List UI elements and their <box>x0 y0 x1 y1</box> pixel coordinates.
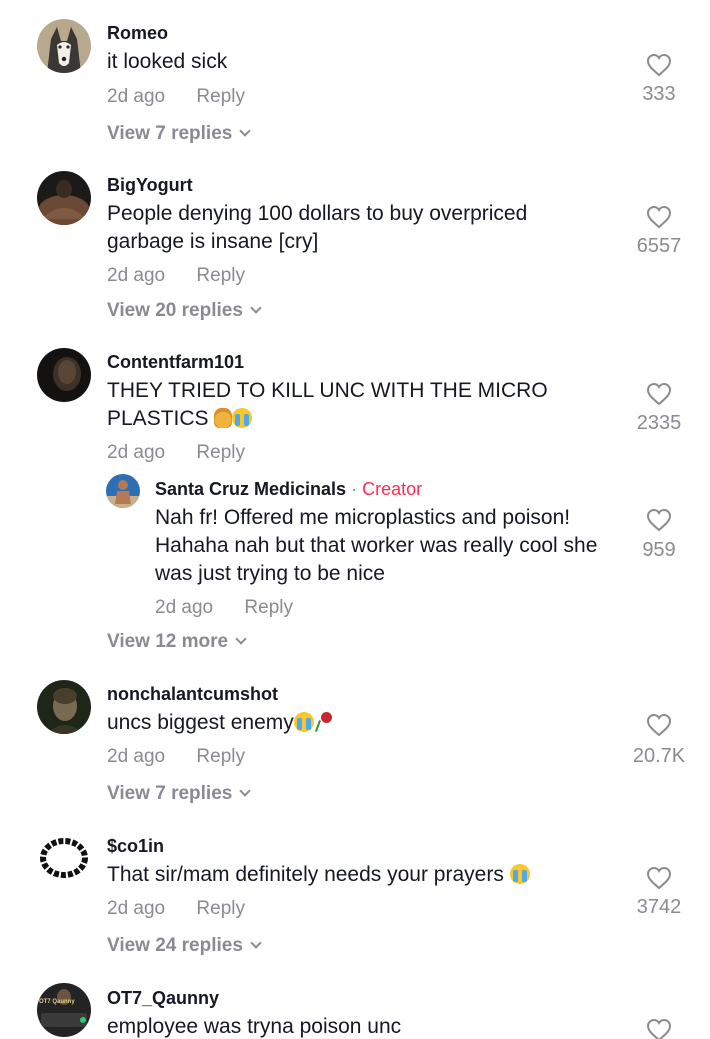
comment-time: 2d ago <box>107 86 166 107</box>
comment-text: THEY TRIED TO KILL UNC WITH THE MICRO PL… <box>107 377 567 433</box>
wilted-rose-emoji-icon <box>314 712 332 732</box>
comment-meta: 2d ago Reply <box>107 898 245 920</box>
comment-text: uncs biggest enemy <box>107 709 587 737</box>
comment-text: People denying 100 dollars to buy overpr… <box>107 202 528 253</box>
avatar-overlay-text: OT7 Qaunny <box>39 999 75 1005</box>
crying-face-emoji-icon <box>509 864 530 884</box>
comment-time: 2d ago <box>107 746 166 767</box>
comment-meta: 2d ago Reply <box>107 265 245 287</box>
like-count: 20.7K <box>632 745 686 767</box>
reply-button[interactable]: Reply <box>196 898 245 919</box>
like-count: 3742 <box>636 896 682 918</box>
like-count: 333 <box>642 83 676 105</box>
heart-outline-icon[interactable] <box>646 866 672 890</box>
crying-face-emoji-icon <box>293 712 314 732</box>
view-replies-label: View 7 replies <box>107 783 233 804</box>
comment-time: 2d ago <box>107 442 166 463</box>
comment-text-content: uncs biggest enemy <box>107 711 294 734</box>
comment-username[interactable]: OT7_Qaunny <box>107 988 219 1009</box>
reply-time: 2d ago <box>155 597 214 618</box>
like-count: 6557 <box>636 235 682 257</box>
comment-username[interactable]: Contentfarm101 <box>107 352 244 373</box>
like-count: 2335 <box>636 412 682 434</box>
comment-meta: 2d ago Reply <box>107 86 245 108</box>
comment-time: 2d ago <box>107 898 166 919</box>
view-replies-label: View 24 replies <box>107 935 243 956</box>
comment-username[interactable]: nonchalantcumshot <box>107 684 278 705</box>
view-replies-button[interactable]: View 20 replies <box>107 300 262 322</box>
heart-outline-icon[interactable] <box>646 382 672 406</box>
avatar[interactable] <box>37 19 91 73</box>
heart-outline-icon[interactable] <box>646 205 672 229</box>
view-more-replies-button[interactable]: View 12 more <box>107 631 247 653</box>
chevron-down-icon <box>250 937 262 949</box>
heart-outline-icon[interactable] <box>646 508 672 532</box>
chevron-down-icon <box>239 785 252 797</box>
view-replies-button[interactable]: View 24 replies <box>107 935 262 957</box>
comment-username[interactable]: Romeo <box>107 23 168 44</box>
comment-text-content: That sir/mam definitely needs your praye… <box>107 863 504 886</box>
chevron-down-icon <box>250 302 262 314</box>
comment-meta: 2d ago Reply <box>107 746 245 768</box>
comment-username[interactable]: $co1in <box>107 836 164 857</box>
chevron-down-icon <box>235 633 247 645</box>
comment-username[interactable]: BigYogurt <box>107 175 193 196</box>
comment-text-content: THEY TRIED TO KILL UNC WITH THE MICRO PL… <box>107 379 548 430</box>
reply-username-line: Santa Cruz Medicinals · Creator <box>155 479 422 500</box>
view-replies-label: View 20 replies <box>107 300 243 321</box>
comment-time: 2d ago <box>107 265 166 286</box>
comment-meta: 2d ago Reply <box>107 442 245 464</box>
view-replies-button[interactable]: View 7 replies <box>107 783 252 805</box>
heart-outline-icon[interactable] <box>646 53 672 77</box>
creator-badge: Creator <box>362 479 423 499</box>
like-count: 959 <box>642 539 676 561</box>
heart-outline-icon[interactable] <box>646 1018 672 1039</box>
comment-text: employee was tryna poison unc <box>107 1015 402 1038</box>
view-replies-label: View 12 more <box>107 631 229 652</box>
avatar[interactable] <box>106 474 140 508</box>
praying-hands-emoji-icon <box>214 408 233 428</box>
reply-button[interactable]: Reply <box>196 746 245 767</box>
reply-button[interactable]: Reply <box>196 86 245 107</box>
reply-username[interactable]: Santa Cruz Medicinals <box>155 479 346 499</box>
separator-dot: · <box>351 479 358 499</box>
avatar[interactable]: OT7 Qaunny <box>37 983 91 1037</box>
avatar[interactable] <box>37 831 91 885</box>
comment-text: it looked sick <box>107 50 228 73</box>
reply-button[interactable]: Reply <box>196 265 245 286</box>
avatar[interactable] <box>37 171 91 225</box>
view-replies-button[interactable]: View 7 replies <box>107 123 252 145</box>
comment-text: That sir/mam definitely needs your praye… <box>107 861 587 889</box>
crying-face-emoji-icon <box>232 408 253 428</box>
chevron-down-icon <box>239 125 252 137</box>
view-replies-label: View 7 replies <box>107 123 233 144</box>
reply-text: Nah fr! Offered me microplastics and poi… <box>155 506 598 585</box>
reply-button[interactable]: Reply <box>244 597 293 618</box>
heart-outline-icon[interactable] <box>646 713 672 737</box>
reply-meta: 2d ago Reply <box>155 597 293 619</box>
reply-button[interactable]: Reply <box>196 442 245 463</box>
avatar[interactable] <box>37 348 91 402</box>
avatar[interactable] <box>37 680 91 734</box>
